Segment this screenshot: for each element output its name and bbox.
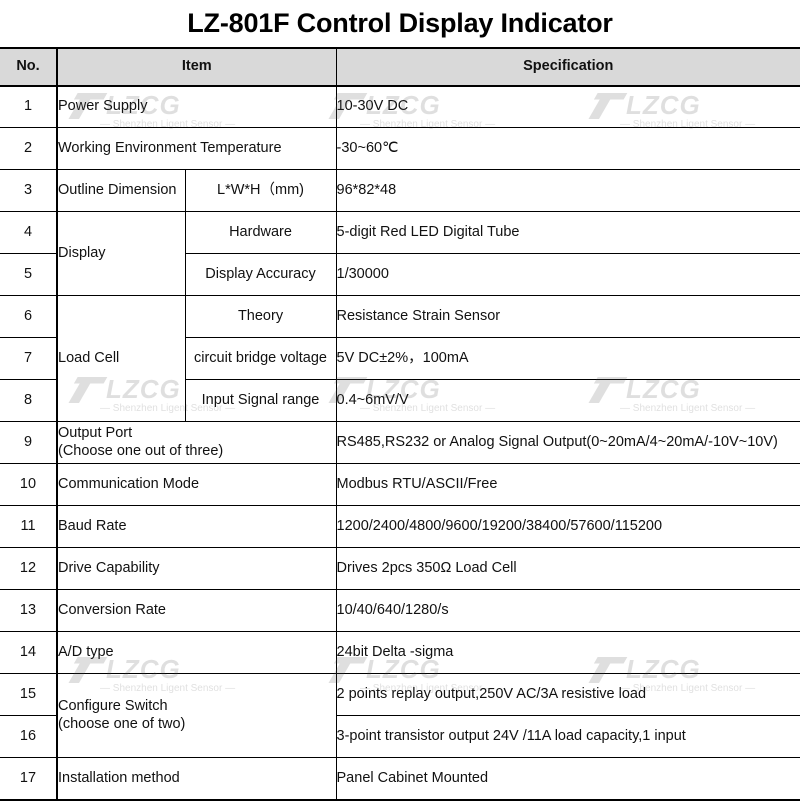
row-spec: 96*82*48 (335, 169, 800, 212)
table-row: 12 Drive Capability Drives 2pcs 350Ω Loa… (0, 547, 800, 590)
row-subitem: L*W*H（mm) (184, 169, 337, 212)
row-item-label: Configure Switch (58, 698, 168, 715)
table-row: 2 Working Environment Temperature -30~60… (0, 127, 800, 170)
row-number: 9 (0, 421, 58, 464)
row-item: Communication Mode (56, 463, 337, 506)
row-item: A/D type (56, 631, 337, 674)
row-item: Output Port (Choose one out of three) (56, 421, 337, 464)
table-header-row: No. Item Specification (0, 48, 800, 87)
table-row: 4 Display Hardware 5-digit Red LED Digit… (0, 211, 800, 296)
row-number: 8 (0, 379, 58, 422)
row-number: 12 (0, 547, 58, 590)
row-spec: Modbus RTU/ASCII/Free (335, 463, 800, 506)
table-row: 14 A/D type 24bit Delta -sigma (0, 631, 800, 674)
table-row: 9 Output Port (Choose one out of three) … (0, 421, 800, 464)
row-spec: 10/40/640/1280/s (335, 589, 800, 632)
row-number: 5 (0, 253, 58, 296)
row-number: 13 (0, 589, 58, 632)
row-item: Load Cell (56, 295, 186, 422)
row-spec: Drives 2pcs 350Ω Load Cell (335, 547, 800, 590)
row-subitem: Hardware (184, 211, 337, 254)
row-spec: 5-digit Red LED Digital Tube (335, 211, 800, 254)
row-number: 14 (0, 631, 58, 674)
row-spec: -30~60℃ (335, 127, 800, 170)
page-title: LZ-801F Control Display Indicator (0, 0, 800, 49)
header-specification: Specification (335, 48, 800, 87)
row-spec: Panel Cabinet Mounted (335, 757, 800, 801)
table-row: 15 Configure Switch (choose one of two) … (0, 673, 800, 758)
row-item: Baud Rate (56, 505, 337, 548)
row-item: Outline Dimension (56, 169, 186, 212)
row-number: 10 (0, 463, 58, 506)
row-spec: RS485,RS232 or Analog Signal Output(0~20… (335, 421, 800, 464)
row-subitem: Input Signal range (184, 379, 337, 422)
row-subitem: Theory (184, 295, 337, 338)
row-number: 17 (0, 757, 58, 801)
row-number: 7 (0, 337, 58, 380)
row-spec: 10-30V DC (335, 85, 800, 128)
header-item: Item (56, 48, 337, 87)
row-spec: Resistance Strain Sensor (335, 295, 800, 338)
row-item-label: Output Port (58, 425, 133, 442)
header-no: No. (0, 48, 58, 87)
table-row: 17 Installation method Panel Cabinet Mou… (0, 757, 800, 801)
specification-table: No. Item Specification 1 Power Supply 10… (0, 48, 800, 801)
row-item: Configure Switch (choose one of two) (56, 673, 337, 758)
row-item: Installation method (56, 757, 337, 801)
row-number: 3 (0, 169, 58, 212)
table-row: 13 Conversion Rate 10/40/640/1280/s (0, 589, 800, 632)
row-spec: 1/30000 (335, 253, 800, 296)
table-row: 3 Outline Dimension L*W*H（mm) 96*82*48 (0, 169, 800, 212)
table-row: 1 Power Supply 10-30V DC (0, 85, 800, 128)
row-item: Display (56, 211, 186, 296)
row-item-note: (choose one of two) (58, 715, 186, 732)
row-number: 2 (0, 127, 58, 170)
row-item-note: (Choose one out of three) (58, 442, 224, 459)
row-number: 11 (0, 505, 58, 548)
row-spec: 5V DC±2%，100mA (335, 337, 800, 380)
row-spec: 24bit Delta -sigma (335, 631, 800, 674)
row-number: 6 (0, 295, 58, 338)
row-item: Power Supply (56, 85, 337, 128)
table-row: 11 Baud Rate 1200/2400/4800/9600/19200/3… (0, 505, 800, 548)
row-subitem: circuit bridge voltage (184, 337, 337, 380)
row-subitem: Display Accuracy (184, 253, 337, 296)
row-item: Conversion Rate (56, 589, 337, 632)
row-item: Working Environment Temperature (56, 127, 337, 170)
table-row: 10 Communication Mode Modbus RTU/ASCII/F… (0, 463, 800, 506)
row-spec: 0.4~6mV/V (335, 379, 800, 422)
row-spec: 3-point transistor output 24V /11A load … (335, 715, 800, 758)
row-number: 16 (0, 715, 58, 758)
row-spec: 1200/2400/4800/9600/19200/38400/57600/11… (335, 505, 800, 548)
table-row: 6 Load Cell Theory Resistance Strain Sen… (0, 295, 800, 422)
row-number: 4 (0, 211, 58, 254)
row-number: 15 (0, 673, 58, 716)
row-item: Drive Capability (56, 547, 337, 590)
row-number: 1 (0, 85, 58, 128)
row-spec: 2 points replay output,250V AC/3A resist… (335, 673, 800, 716)
